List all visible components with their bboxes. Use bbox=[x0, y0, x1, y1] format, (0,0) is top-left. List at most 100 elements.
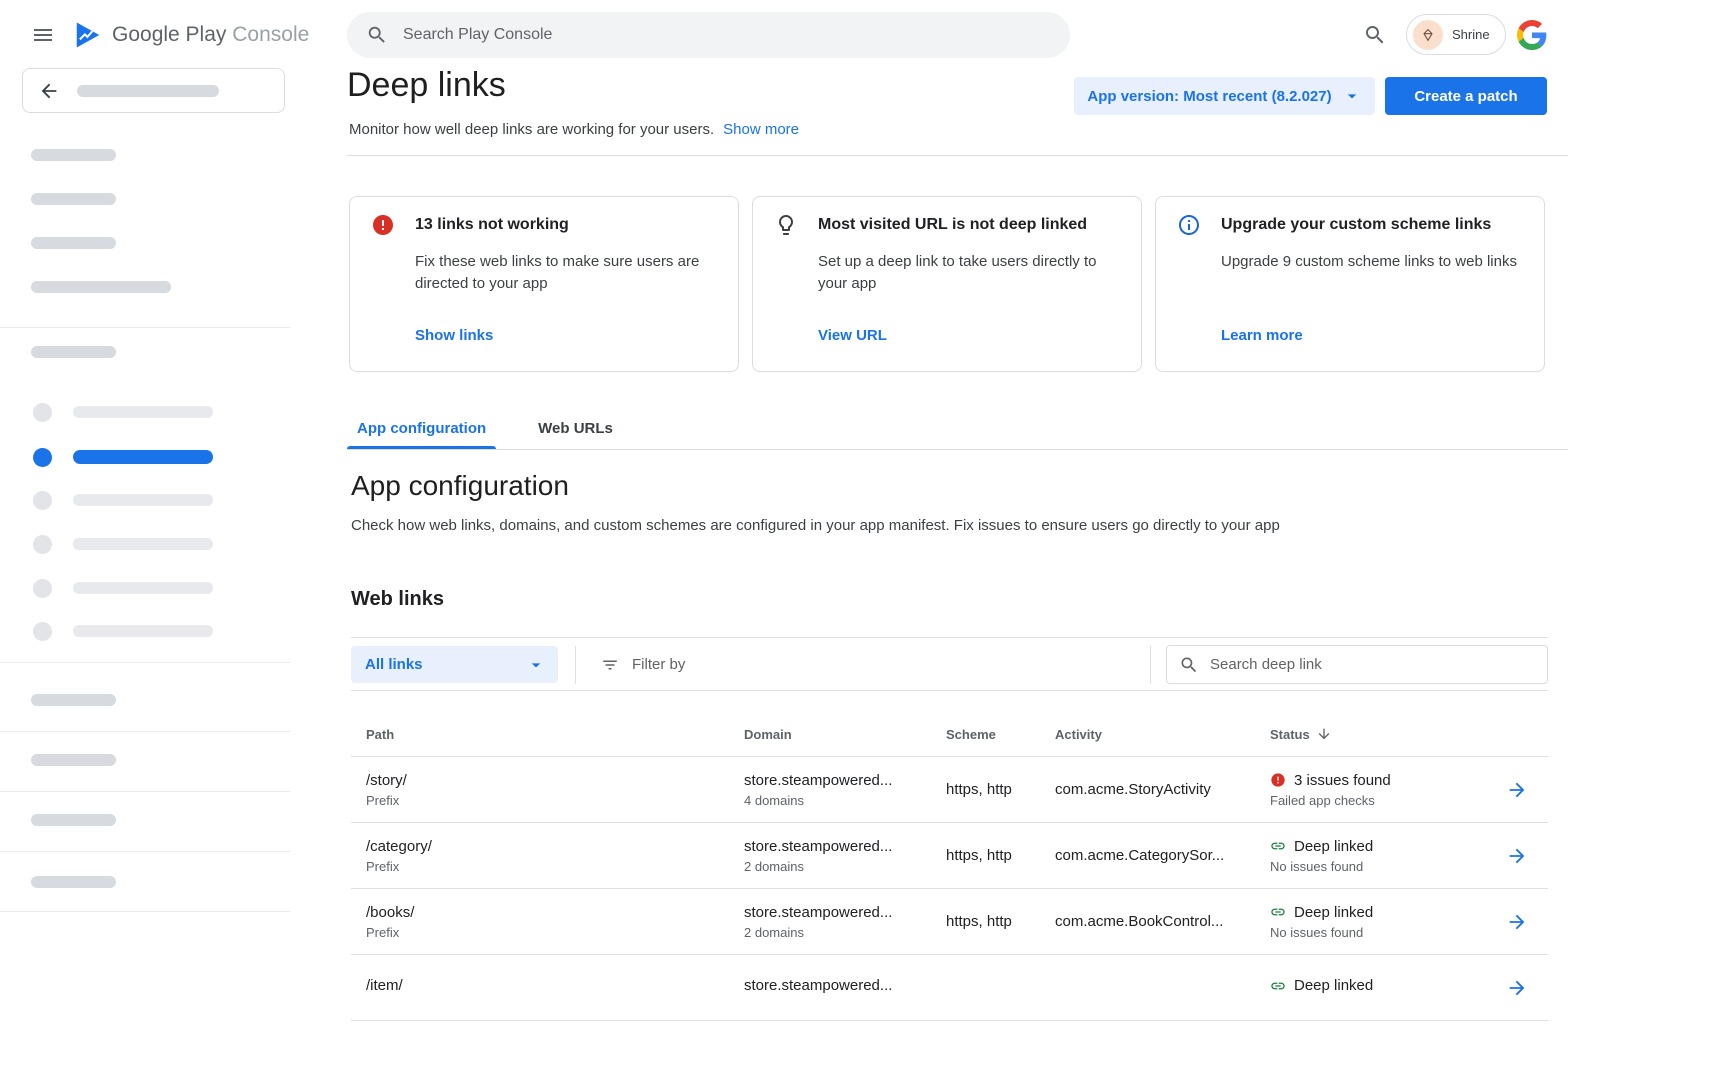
page-title: Deep links bbox=[347, 66, 506, 105]
sidebar-divider bbox=[0, 731, 290, 732]
table-row[interactable]: /item/ store.steampowered... Deep linked bbox=[351, 955, 1548, 1021]
status-cell: Deep linked bbox=[1270, 977, 1490, 998]
sidebar-divider bbox=[0, 662, 290, 663]
scheme-cell: https, http bbox=[946, 913, 1055, 930]
create-patch-button[interactable]: Create a patch bbox=[1385, 77, 1547, 115]
skeleton-bar bbox=[73, 538, 213, 550]
skeleton-bar bbox=[31, 346, 116, 358]
status-cell: 3 issues found Failed app checks bbox=[1270, 772, 1490, 808]
chevron-down-icon bbox=[526, 655, 546, 675]
deep-link-search[interactable] bbox=[1166, 645, 1548, 684]
links-filter-value: All links bbox=[365, 656, 423, 673]
skeleton-bar bbox=[31, 281, 171, 293]
tabs-divider bbox=[347, 449, 1568, 450]
skeleton-circle bbox=[33, 579, 52, 598]
menu-button[interactable] bbox=[26, 18, 60, 52]
skeleton-bar bbox=[73, 494, 213, 506]
link-icon bbox=[1270, 978, 1286, 994]
skeleton-bar bbox=[73, 450, 213, 464]
tab-bar: App configuration Web URLs bbox=[347, 407, 655, 449]
view-url-link[interactable]: View URL bbox=[818, 327, 887, 344]
domain-cell: store.steampowered... bbox=[744, 977, 946, 998]
open-row-arrow-icon[interactable] bbox=[1506, 845, 1528, 867]
column-status-sort[interactable]: Status bbox=[1270, 726, 1490, 742]
section-title: App configuration bbox=[351, 470, 569, 502]
google-g-icon bbox=[1517, 20, 1547, 50]
vertical-divider bbox=[1150, 646, 1151, 684]
tab-web-urls[interactable]: Web URLs bbox=[528, 407, 623, 449]
column-domain: Domain bbox=[744, 727, 946, 742]
show-links-link[interactable]: Show links bbox=[415, 327, 493, 344]
show-more-link[interactable]: Show more bbox=[723, 121, 799, 138]
tab-app-configuration[interactable]: App configuration bbox=[347, 407, 496, 449]
card-body: Upgrade 9 custom scheme links to web lin… bbox=[1221, 251, 1523, 273]
chevron-down-icon bbox=[1342, 86, 1362, 106]
skeleton-bar bbox=[31, 193, 116, 205]
card-title: Upgrade your custom scheme links bbox=[1221, 216, 1491, 234]
activity-cell: com.acme.CategorySor... bbox=[1055, 847, 1270, 864]
sidebar-nav-item[interactable] bbox=[33, 490, 213, 510]
section-description: Check how web links, domains, and custom… bbox=[351, 517, 1451, 534]
sidebar-nav-item[interactable] bbox=[33, 534, 213, 554]
sidebar-divider bbox=[0, 911, 290, 912]
info-icon bbox=[1177, 213, 1201, 237]
app-version-dropdown[interactable]: App version: Most recent (8.2.027) bbox=[1074, 77, 1375, 115]
sidebar-nav-item-selected[interactable] bbox=[33, 447, 213, 467]
skeleton-bar bbox=[73, 406, 213, 418]
status-cell: Deep linked No issues found bbox=[1270, 904, 1490, 940]
insight-card-links-not-working: 13 links not working Fix these web links… bbox=[349, 196, 739, 372]
deep-link-search-input[interactable] bbox=[1210, 656, 1535, 673]
insight-card-upgrade-schemes: Upgrade your custom scheme links Upgrade… bbox=[1155, 196, 1545, 372]
domain-cell: store.steampowered...2 domains bbox=[744, 904, 946, 940]
table-row[interactable]: /story/Prefix store.steampowered...4 dom… bbox=[351, 757, 1548, 823]
hamburger-icon bbox=[31, 23, 55, 47]
open-row-arrow-icon[interactable] bbox=[1506, 779, 1528, 801]
skeleton-circle bbox=[33, 491, 52, 510]
skeleton-bar bbox=[31, 814, 116, 826]
path-cell: /story/Prefix bbox=[366, 772, 744, 808]
skeleton-circle bbox=[33, 622, 52, 641]
web-links-table: Path Domain Scheme Activity Status /stor… bbox=[351, 691, 1548, 1021]
column-path: Path bbox=[366, 727, 744, 742]
filter-by-button[interactable]: Filter by bbox=[591, 638, 695, 691]
sidebar-nav-item[interactable] bbox=[33, 578, 213, 598]
web-links-title: Web links bbox=[351, 588, 444, 611]
back-navigation[interactable] bbox=[22, 68, 285, 113]
global-search-button[interactable] bbox=[1363, 23, 1387, 47]
header-divider bbox=[347, 155, 1568, 156]
table-row[interactable]: /category/Prefix store.steampowered...2 … bbox=[351, 823, 1548, 889]
shrine-app-icon bbox=[1413, 20, 1443, 50]
app-name: Shrine bbox=[1452, 27, 1490, 42]
insight-card-most-visited-url: Most visited URL is not deep linked Set … bbox=[752, 196, 1142, 372]
app-switcher-chip[interactable]: Shrine bbox=[1406, 14, 1506, 55]
sidebar-nav-item[interactable] bbox=[33, 621, 213, 641]
skeleton-bar bbox=[31, 149, 116, 161]
search-icon bbox=[1363, 23, 1387, 47]
open-row-arrow-icon[interactable] bbox=[1506, 977, 1528, 999]
links-filter-dropdown[interactable]: All links bbox=[351, 646, 558, 683]
filter-icon bbox=[601, 656, 619, 674]
card-title: 13 links not working bbox=[415, 216, 569, 234]
scheme-cell: https, http bbox=[946, 847, 1055, 864]
console-search[interactable] bbox=[347, 12, 1070, 58]
table-header: Path Domain Scheme Activity Status bbox=[351, 691, 1548, 757]
table-row[interactable]: /books/Prefix store.steampowered...2 dom… bbox=[351, 889, 1548, 955]
sidebar-nav-item[interactable] bbox=[33, 402, 213, 422]
play-console-logo[interactable]: Google Play Console bbox=[73, 20, 309, 50]
filter-by-label: Filter by bbox=[632, 656, 685, 673]
link-icon bbox=[1270, 904, 1286, 920]
open-row-arrow-icon[interactable] bbox=[1506, 911, 1528, 933]
skeleton-bar bbox=[31, 694, 116, 706]
sidebar-divider bbox=[0, 791, 290, 792]
google-account-avatar[interactable] bbox=[1517, 20, 1547, 50]
card-body: Set up a deep link to take users directl… bbox=[818, 251, 1120, 295]
skeleton-bar bbox=[31, 237, 116, 249]
app-version-label: App version: Most recent (8.2.027) bbox=[1087, 88, 1331, 105]
status-cell: Deep linked No issues found bbox=[1270, 838, 1490, 874]
learn-more-link[interactable]: Learn more bbox=[1221, 327, 1303, 344]
link-icon bbox=[1270, 838, 1286, 854]
console-search-input[interactable] bbox=[403, 26, 1051, 44]
error-icon bbox=[371, 213, 395, 237]
sort-descending-icon bbox=[1316, 726, 1332, 742]
skeleton-circle bbox=[33, 535, 52, 554]
